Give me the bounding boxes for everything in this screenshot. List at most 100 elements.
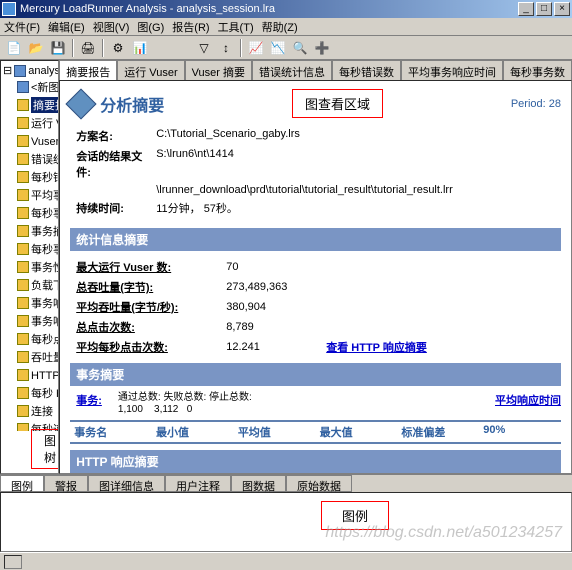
tree-item-label: 负载下的事务响应 <box>31 277 58 293</box>
meta-scheme-value: C:\Tutorial_Scenario_gaby.lrs <box>156 128 561 144</box>
tree-item[interactable]: 每秒 HTTP 响应数 <box>3 384 56 402</box>
tree-item-label: 每秒错误数 <box>31 169 58 185</box>
status-cell <box>4 555 22 569</box>
menu-graph[interactable]: 图(G) <box>137 19 164 35</box>
separator <box>240 39 242 57</box>
menu-report[interactable]: 报告(R) <box>172 19 209 35</box>
maximize-button[interactable]: □ <box>536 2 552 16</box>
collapse-icon[interactable]: ⊟ <box>3 64 12 77</box>
tree-item[interactable]: 连接 <box>3 402 56 420</box>
tree-item[interactable]: 每秒事务总数 <box>3 240 56 258</box>
menu-bar: 文件(F) 编辑(E) 视图(V) 图(G) 报告(R) 工具(T) 帮助(Z) <box>0 18 572 36</box>
separator <box>72 39 74 57</box>
menu-edit[interactable]: 编辑(E) <box>48 19 85 35</box>
app-icon <box>2 2 16 16</box>
print-icon[interactable]: 🖨 <box>78 38 98 58</box>
btab-alerts[interactable]: 警报 <box>44 475 88 492</box>
tree-item[interactable]: 每秒错误数 <box>3 168 56 186</box>
graph-icon <box>17 243 29 255</box>
graph-icon <box>17 405 29 417</box>
filter-icon[interactable]: ▽ <box>194 38 214 58</box>
tab-errors-per-sec[interactable]: 每秒错误数 <box>332 60 401 80</box>
btab-notes[interactable]: 用户注释 <box>165 475 231 492</box>
tree-new-graph[interactable]: <新图> <box>3 78 56 96</box>
stats-block: 最大运行 Vuser 数:70总吞吐量(字节):273,489,363平均吞吐量… <box>76 257 561 357</box>
meta-session-label: 会话的结果文件: <box>76 148 156 180</box>
btab-legend[interactable]: 图例 <box>0 475 44 492</box>
graph-icon <box>17 117 29 129</box>
tree-item-label: Vuser 摘要 <box>31 133 58 149</box>
tree-callout: 图树 <box>31 429 59 469</box>
tree-item[interactable]: 事务摘要 <box>3 222 56 240</box>
stat-value: 8,789 <box>226 321 326 333</box>
stat-key: 平均吞吐量(字节/秒): <box>76 299 226 315</box>
tab-error-stats[interactable]: 错误统计信息 <box>252 60 332 80</box>
graph-icon <box>17 261 29 273</box>
tree-item[interactable]: HTTP 状态代码摘 <box>3 366 56 384</box>
menu-tools[interactable]: 工具(T) <box>218 19 254 35</box>
tab-vuser-summary[interactable]: Vuser 摘要 <box>185 60 252 80</box>
graph-icon <box>17 423 29 431</box>
tree-item[interactable]: 事务响应时间（ <box>3 294 56 312</box>
graph-icon <box>17 279 29 291</box>
tree-item[interactable]: 事务性能摘要 <box>3 258 56 276</box>
http-section-header: HTTP 响应摘要 <box>70 450 561 473</box>
chart-icon[interactable]: 📉 <box>268 38 288 58</box>
tree-item[interactable]: 吞吐量 <box>3 348 56 366</box>
chart-icon[interactable]: 🔍 <box>290 38 310 58</box>
tree-item-label: HTTP 状态代码摘 <box>31 367 58 383</box>
save-icon[interactable]: 💾 <box>48 38 68 58</box>
graph-icon <box>17 369 29 381</box>
btab-raw[interactable]: 原始数据 <box>286 475 352 492</box>
tree-item-label: 每秒点击次数 <box>31 331 58 347</box>
trans-service-link[interactable]: 事务: <box>76 392 102 416</box>
btab-data[interactable]: 图数据 <box>231 475 286 492</box>
tree-item[interactable]: 每秒事务数 <box>3 204 56 222</box>
btab-details[interactable]: 图详细信息 <box>88 475 165 492</box>
stat-key: 总吞吐量(字节): <box>76 279 226 295</box>
minimize-button[interactable]: _ <box>518 2 534 16</box>
avg-resp-link[interactable]: 平均响应时间 <box>495 392 561 416</box>
chart-icon[interactable]: 📈 <box>246 38 266 58</box>
session-icon <box>14 65 26 77</box>
tree-item[interactable]: 事务响应时间（ <box>3 312 56 330</box>
stat-key: 总点击次数: <box>76 319 226 335</box>
tree-item-label: 事务摘要 <box>31 223 58 239</box>
tree-item[interactable]: 平均事务响应时间 <box>3 186 56 204</box>
new-icon[interactable]: 📄 <box>4 38 24 58</box>
tab-avg-trans-resp[interactable]: 平均事务响应时间 <box>401 60 503 80</box>
stat-link[interactable]: 查看 HTTP 响应摘要 <box>326 339 427 355</box>
graph-icon <box>17 81 29 93</box>
meta-block: 方案名:C:\Tutorial_Scenario_gaby.lrs 会话的结果文… <box>76 126 561 218</box>
tree-item[interactable]: 摘要报告 <box>3 96 56 114</box>
tab-running-vuser[interactable]: 运行 Vuser <box>117 60 184 80</box>
menu-view[interactable]: 视图(V) <box>93 19 130 35</box>
tree-item-label: 平均事务响应时间 <box>31 187 58 203</box>
tree-root[interactable]: ⊟ analysis_session.l <box>3 63 56 78</box>
tree-item[interactable]: 运行 Vuser <box>3 114 56 132</box>
tree-item[interactable]: 负载下的事务响应 <box>3 276 56 294</box>
tree-item-label: 每秒 HTTP 响应数 <box>31 385 58 401</box>
close-button[interactable]: × <box>554 2 570 16</box>
legend-callout: 图例 <box>321 501 389 530</box>
menu-help[interactable]: 帮助(Z) <box>262 19 298 35</box>
sort-icon[interactable]: ↕ <box>216 38 236 58</box>
tool-icon[interactable]: ⚙ <box>108 38 128 58</box>
chart-icon[interactable]: ➕ <box>312 38 332 58</box>
tree-item-label: 事务性能摘要 <box>31 259 58 275</box>
open-icon[interactable]: 📂 <box>26 38 46 58</box>
period-label: Period: 28 <box>511 98 561 110</box>
toolbar: 📄 📂 💾 🖨 ⚙ 📊 ▽ ↕ 📈 📉 🔍 ➕ <box>0 36 572 60</box>
tree-item[interactable]: 每秒点击次数 <box>3 330 56 348</box>
trans-counts: 通过总数: 失败总数: 停止总数: 1,100 3,112 0 <box>118 392 252 416</box>
tab-summary[interactable]: 摘要报告 <box>59 60 117 80</box>
tool-icon[interactable]: 📊 <box>130 38 150 58</box>
menu-file[interactable]: 文件(F) <box>4 19 40 35</box>
legend-area: 图例 <box>0 492 572 552</box>
stat-row: 总点击次数:8,789 <box>76 317 561 337</box>
diamond-icon <box>66 88 97 119</box>
tab-trans-per-sec[interactable]: 每秒事务数 <box>503 60 572 80</box>
tree-item[interactable]: Vuser 摘要 <box>3 132 56 150</box>
tree-item-label: 事务响应时间（ <box>31 295 58 311</box>
tree-item[interactable]: 错误统计信息 <box>3 150 56 168</box>
